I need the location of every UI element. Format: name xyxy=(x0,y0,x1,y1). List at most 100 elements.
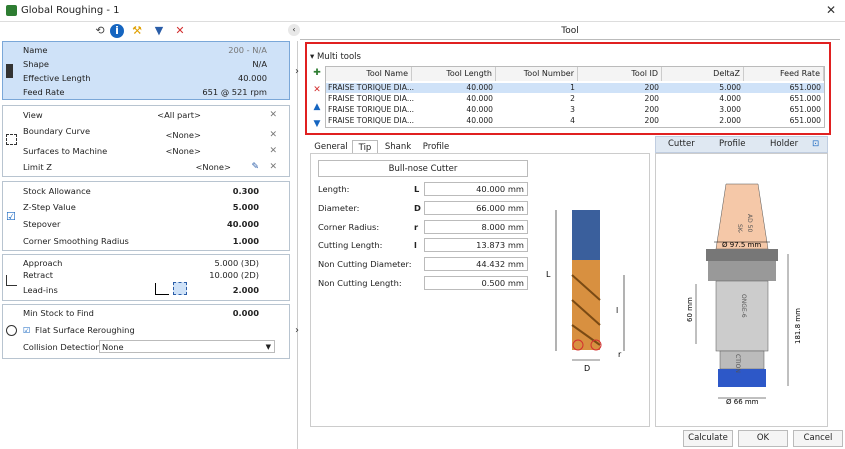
tab-profile[interactable]: Profile xyxy=(418,140,454,154)
lead-in-straight-icon[interactable] xyxy=(155,283,169,295)
flat-surface-checkbox[interactable]: ☑ xyxy=(23,325,30,335)
cutter-tip xyxy=(718,369,766,387)
chevron-down-icon: ▼ xyxy=(265,343,271,351)
zoom-fit-icon[interactable]: ⊡ xyxy=(812,139,819,149)
effective-length-label: Effective Length xyxy=(23,73,91,83)
multi-tools-table: Tool Name Tool Length Tool Number Tool I… xyxy=(325,66,825,128)
tab-general[interactable]: General xyxy=(312,140,350,154)
holder-text-1: SK- xyxy=(736,224,743,233)
multi-tools-header[interactable]: ▾ Multi tools xyxy=(310,52,361,62)
collision-detection-select[interactable]: None ▼ xyxy=(99,340,275,353)
boundary-curve-value[interactable]: <None> xyxy=(165,130,201,140)
delete-icon[interactable]: ✕ xyxy=(173,24,187,38)
col-tool-length[interactable]: Tool Length xyxy=(412,67,496,81)
corner-radius-input[interactable]: 8.000 mm xyxy=(424,220,528,234)
close-icon[interactable]: ✕ xyxy=(826,3,836,17)
pick-icon[interactable]: ✎ xyxy=(251,162,259,172)
cutting-length-input[interactable]: 13.873 mm xyxy=(424,238,528,252)
diagram-L-label: L xyxy=(546,270,551,279)
holder-h2-label: 181.8 mm xyxy=(794,308,802,344)
corner-radius-value[interactable]: 1.000 xyxy=(233,236,259,246)
collision-detection-value: None xyxy=(102,342,124,352)
non-cutting-length-input[interactable]: 0.500 mm xyxy=(424,276,528,290)
collapse-panel-button[interactable]: ‹ xyxy=(288,24,300,36)
length-row: Length: L 40.000 mm xyxy=(318,182,530,196)
feed-rate-label: Feed Rate xyxy=(23,87,65,97)
chevron-right-icon[interactable]: › xyxy=(295,66,299,77)
corner-radius-label: Corner Smoothing Radius xyxy=(23,236,129,246)
corner-radius-row: Corner Radius: r 8.000 mm xyxy=(318,220,530,234)
stepover-label: Stepover xyxy=(23,219,61,229)
window-title: Global Roughing - 1 xyxy=(21,5,120,16)
table-row[interactable]: FRAISE TORIQUE DIA... 40.000 2 200 4.000 651.… xyxy=(326,94,824,104)
clear-boundary-icon[interactable]: ✕ xyxy=(269,130,277,140)
col-deltaz[interactable]: DeltaZ xyxy=(662,67,744,81)
shape-value: N/A xyxy=(252,59,267,69)
info-icon[interactable]: i xyxy=(110,24,124,38)
collapse-triangle-icon: ▾ xyxy=(310,52,317,62)
min-stock-value[interactable]: 0.000 xyxy=(233,308,259,318)
clear-limit-z-icon[interactable]: ✕ xyxy=(269,162,277,172)
holder-d1-label: Ø 97.5 mm xyxy=(722,241,761,249)
lead-in-arc-icon[interactable] xyxy=(173,282,187,295)
lead-ins-value[interactable]: 2.000 xyxy=(233,285,259,295)
z-step-value[interactable]: 5.000 xyxy=(233,202,259,212)
diagram-l-label: l xyxy=(616,306,618,315)
chevron-right-icon[interactable]: › xyxy=(295,325,299,336)
min-stock-label: Min Stock to Find xyxy=(23,308,94,318)
cancel-button[interactable]: Cancel xyxy=(793,430,843,447)
name-label: Name xyxy=(23,45,48,55)
holder-icon[interactable]: ▼ xyxy=(152,24,166,38)
holder-text-2: AD 50 xyxy=(746,214,753,232)
move-up-icon[interactable]: ▲ xyxy=(311,101,323,113)
refresh-icon[interactable]: ⟲ xyxy=(93,24,107,38)
view-label: View xyxy=(23,110,43,120)
approach-label: Approach xyxy=(23,258,63,268)
name-value: 200 - N/A xyxy=(228,45,267,55)
misc-section: Min Stock to Find 0.000 ☑ Flat Surface Rer… xyxy=(2,304,299,359)
move-down-icon[interactable]: ▼ xyxy=(311,118,323,130)
calculate-button[interactable]: Calculate xyxy=(683,430,733,447)
diagram-D-label: D xyxy=(584,364,590,373)
stock-allowance-value[interactable]: 0.300 xyxy=(233,186,259,196)
clear-surfaces-icon[interactable]: ✕ xyxy=(269,146,277,156)
table-row[interactable]: FRAISE TORIQUE DIA... 40.000 3 200 3.000 651.… xyxy=(326,105,824,115)
shape-label: Shape xyxy=(23,59,49,69)
table-row[interactable]: FRAISE TORIQUE DIA... 40.000 4 200 2.000 651.… xyxy=(326,116,824,126)
tab-shank[interactable]: Shank xyxy=(380,140,416,154)
tab-holder-view[interactable]: Holder xyxy=(770,139,798,149)
remove-tool-icon[interactable]: ✕ xyxy=(311,84,323,96)
boundary-curve-label: Boundary Curve xyxy=(23,126,91,136)
roughing-params-section: ☑ Stock Allowance 0.300 Z-Step Value 5.000… xyxy=(2,181,290,251)
tool-icon[interactable]: ⚒ xyxy=(130,24,144,38)
col-tool-id[interactable]: Tool ID xyxy=(578,67,662,81)
view-value[interactable]: <All part> xyxy=(157,110,201,120)
app-icon xyxy=(6,5,17,16)
ok-button[interactable]: OK xyxy=(738,430,788,447)
col-tool-name[interactable]: Tool Name xyxy=(326,67,412,81)
diameter-input[interactable]: 66.000 mm xyxy=(424,201,528,215)
col-feed-rate[interactable]: Feed Rate xyxy=(744,67,824,81)
limit-z-value[interactable]: <None> xyxy=(195,162,231,172)
stepover-value[interactable]: 40.000 xyxy=(227,219,259,229)
holder-d2-label: Ø 66 mm xyxy=(726,398,759,406)
retract-value[interactable]: 10.000 (2D) xyxy=(209,270,259,280)
tab-profile-view[interactable]: Profile xyxy=(719,139,745,149)
holder-diagram: Ø 97.5 mm 60 mm 181.8 mm Ø 66 mm SK- AD … xyxy=(686,183,802,406)
approach-value[interactable]: 5.000 (3D) xyxy=(214,258,259,268)
effective-length-value: 40.000 xyxy=(237,73,267,83)
tab-tip[interactable]: Tip xyxy=(352,140,378,154)
tool-section-icon xyxy=(6,64,13,78)
table-row[interactable]: FRAISE TORIQUE DIA... 40.000 1 200 5.000 651.… xyxy=(326,83,824,93)
surfaces-value[interactable]: <None> xyxy=(165,146,201,156)
cutter-diagram: L l r D xyxy=(546,210,625,373)
add-tool-icon[interactable]: ✚ xyxy=(311,67,323,79)
clear-view-icon[interactable]: ✕ xyxy=(269,110,277,120)
tool-section[interactable]: Name 200 - N/A Shape N/A Effective Length 4… xyxy=(2,41,299,100)
feed-rate-value: 651 @ 521 rpm xyxy=(202,87,267,97)
col-tool-number[interactable]: Tool Number xyxy=(496,67,578,81)
non-cutting-diameter-input[interactable]: 44.432 mm xyxy=(424,257,528,271)
tab-cutter-view[interactable]: Cutter xyxy=(668,139,695,149)
length-input[interactable]: 40.000 mm xyxy=(424,182,528,196)
cutter-type-button[interactable]: Bull-nose Cutter xyxy=(318,160,528,177)
